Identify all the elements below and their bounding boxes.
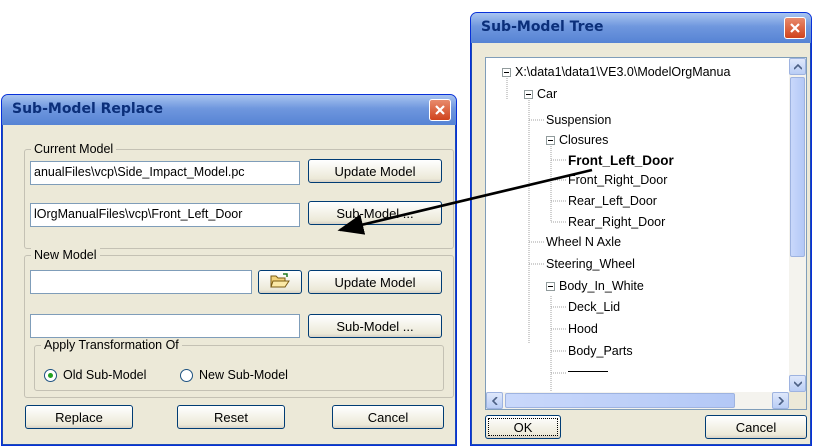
- sub-model-tree-dialog: Sub-Model Tree X:\data1\data1\VE3.0\Mode…: [470, 12, 812, 446]
- current-update-model-button[interactable]: Update Model: [308, 159, 442, 183]
- tree-node-label: Suspension: [546, 113, 612, 127]
- tree-horizontal-scrollbar[interactable]: [486, 392, 789, 409]
- sub-model-replace-dialog: Sub-Model Replace Current Model anualFil…: [1, 94, 457, 446]
- current-submodel-path-field[interactable]: lOrgManualFiles\vcp\Front_Left_Door: [30, 203, 300, 227]
- scrollbar-corner: [789, 392, 806, 409]
- close-icon[interactable]: [429, 99, 451, 121]
- scroll-down-icon[interactable]: [789, 375, 806, 392]
- tree-node-partial: [568, 364, 608, 376]
- tree-node-label: Deck_Lid: [568, 300, 621, 314]
- tree-node-label: Wheel N Axle: [546, 235, 622, 249]
- tree-vertical-scrollbar[interactable]: [789, 58, 806, 392]
- sub-model-tree[interactable]: X:\data1\data1\VE3.0\ModelOrgManua Car S…: [485, 57, 807, 410]
- browse-button[interactable]: [258, 270, 302, 294]
- tree-node-body-parts[interactable]: Body_Parts: [568, 342, 633, 360]
- replace-button[interactable]: Replace: [25, 405, 133, 429]
- old-submodel-label: Old Sub-Model: [63, 368, 147, 382]
- current-model-path-field[interactable]: anualFiles\vcp\Side_Impact_Model.pc: [30, 161, 300, 185]
- new-submodel-button[interactable]: Sub-Model ...: [308, 314, 442, 338]
- folder-open-icon: [270, 272, 290, 292]
- tree-node-label: Rear_Right_Door: [568, 215, 666, 229]
- reset-button[interactable]: Reset: [177, 405, 285, 429]
- new-submodel-path-field[interactable]: [30, 314, 300, 338]
- tree-node-label: Body_In_White: [559, 279, 644, 293]
- tree-node-rear-left-door[interactable]: Rear_Left_Door: [568, 192, 657, 210]
- collapse-icon[interactable]: [524, 89, 533, 99]
- scroll-right-icon[interactable]: [772, 392, 789, 409]
- ok-button[interactable]: OK: [485, 415, 561, 439]
- tree-node-label: Front_Left_Door: [568, 152, 674, 168]
- tree-node-label: Front_Right_Door: [568, 173, 668, 187]
- scroll-up-icon[interactable]: [789, 58, 806, 75]
- new-update-model-button[interactable]: Update Model: [308, 270, 442, 294]
- tree-node-label: X:\data1\data1\VE3.0\ModelOrgManua: [515, 65, 731, 79]
- tree-node-front-right-door[interactable]: Front_Right_Door: [568, 171, 667, 189]
- replace-title-bar[interactable]: Sub-Model Replace: [2, 95, 456, 125]
- vertical-scroll-thumb[interactable]: [790, 77, 805, 257]
- tree-node-root[interactable]: X:\data1\data1\VE3.0\ModelOrgManua: [502, 63, 730, 81]
- tree-node-label: Body_Parts: [568, 344, 633, 358]
- radio-unselected-icon: [180, 368, 193, 382]
- new-model-legend: New Model: [31, 248, 100, 262]
- new-model-path-field[interactable]: [30, 270, 252, 294]
- tree-node-steering-wheel[interactable]: Steering_Wheel: [546, 255, 635, 273]
- horizontal-scroll-thumb[interactable]: [505, 393, 735, 408]
- tree-title-bar[interactable]: Sub-Model Tree: [471, 13, 811, 43]
- tree-node-car[interactable]: Car: [524, 85, 557, 103]
- collapse-icon[interactable]: [546, 281, 555, 291]
- current-model-legend: Current Model: [31, 142, 117, 156]
- tree-node-suspension[interactable]: Suspension: [546, 111, 611, 129]
- tree-node-label: Car: [537, 87, 558, 101]
- tree-node-deck-lid[interactable]: Deck_Lid: [568, 298, 620, 316]
- tree-node-label: Closures: [559, 133, 609, 147]
- new-submodel-label: New Sub-Model: [199, 368, 288, 382]
- collapse-icon[interactable]: [502, 67, 511, 77]
- tree-node-front-left-door[interactable]: Front_Left_Door: [568, 151, 674, 169]
- current-submodel-button[interactable]: Sub-Model ...: [308, 201, 442, 225]
- replace-dialog-title: Sub-Model Replace: [12, 101, 163, 117]
- new-submodel-radio[interactable]: New Sub-Model: [180, 368, 288, 382]
- tree-cancel-button[interactable]: Cancel: [705, 415, 807, 439]
- close-icon[interactable]: [784, 17, 806, 39]
- tree-node-rear-right-door[interactable]: Rear_Right_Door: [568, 213, 665, 231]
- tree-node-hood[interactable]: Hood: [568, 320, 598, 338]
- radio-selected-icon: [44, 368, 57, 382]
- tree-node-closures[interactable]: Closures: [546, 131, 608, 149]
- tree-node-label: Steering_Wheel: [546, 257, 635, 271]
- apply-transformation-legend: Apply Transformation Of: [41, 338, 182, 352]
- collapse-icon[interactable]: [546, 135, 555, 145]
- tree-node-body-in-white[interactable]: Body_In_White: [546, 277, 644, 295]
- scroll-left-icon[interactable]: [486, 392, 503, 409]
- tree-node-wheel-n-axle[interactable]: Wheel N Axle: [546, 233, 621, 251]
- tree-node-label: Rear_Left_Door: [568, 194, 657, 208]
- cancel-button[interactable]: Cancel: [332, 405, 444, 429]
- tree-node-label: Hood: [568, 322, 598, 336]
- tree-dialog-title: Sub-Model Tree: [481, 19, 604, 35]
- old-submodel-radio[interactable]: Old Sub-Model: [44, 368, 146, 382]
